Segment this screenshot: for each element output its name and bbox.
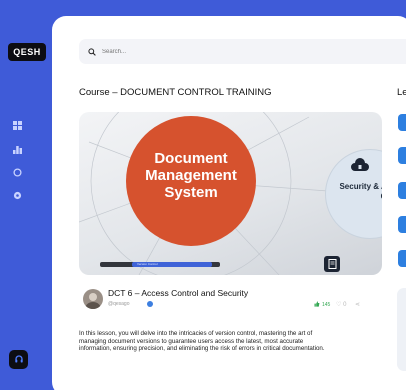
headset-icon	[14, 351, 24, 369]
course-title: Course – DOCUMENT CONTROL TRAINING	[79, 87, 272, 98]
comment-icon: ♡	[336, 302, 342, 308]
main-panel: Course – DOCUMENT CONTROL TRAINING Le Do…	[52, 16, 406, 390]
lesson-check-icon[interactable]	[398, 182, 406, 199]
search-icon	[88, 43, 96, 61]
lesson-title: DCT 6 – Access Control and Security	[108, 288, 249, 298]
cloud-lock-icon	[350, 158, 370, 179]
comment-button[interactable]: ♡ 0	[336, 301, 346, 308]
comment-count: 0	[343, 302, 347, 308]
lesson-check-icon[interactable]	[398, 250, 406, 267]
help-button[interactable]	[9, 350, 28, 369]
video-player[interactable]: Document Management System Security & Ac…	[79, 112, 382, 275]
lesson-check-icon[interactable]	[398, 114, 406, 131]
lesson-description: In this lesson, you will delve into the …	[79, 330, 325, 353]
thumbs-up-icon	[314, 301, 320, 309]
lesson-check-icon[interactable]	[398, 216, 406, 233]
side-panel-heading: Le	[397, 87, 406, 98]
lesson-check-icon[interactable]	[398, 147, 406, 164]
like-count: 145	[322, 302, 331, 308]
search-bar[interactable]	[79, 39, 406, 64]
document-management-label: Document Management System	[145, 150, 237, 201]
settings-icon[interactable]	[11, 190, 23, 200]
app-logo[interactable]: QESH	[8, 43, 46, 61]
author-handle[interactable]: @qesago	[108, 301, 129, 307]
chat-icon[interactable]	[11, 167, 23, 177]
security-label: Security & Access Control	[339, 182, 382, 201]
sidebar: QESH	[0, 0, 52, 390]
share-icon[interactable]: ⋖	[355, 301, 360, 308]
verified-badge-icon	[147, 301, 153, 307]
side-card	[397, 288, 406, 371]
document-icon	[324, 256, 340, 272]
grid-icon[interactable]	[11, 120, 23, 130]
video-progress-label: Version Control	[137, 262, 158, 266]
search-input[interactable]	[102, 48, 302, 55]
chart-icon[interactable]	[11, 144, 23, 154]
like-button[interactable]: 145	[314, 301, 330, 309]
avatar[interactable]	[83, 289, 103, 309]
